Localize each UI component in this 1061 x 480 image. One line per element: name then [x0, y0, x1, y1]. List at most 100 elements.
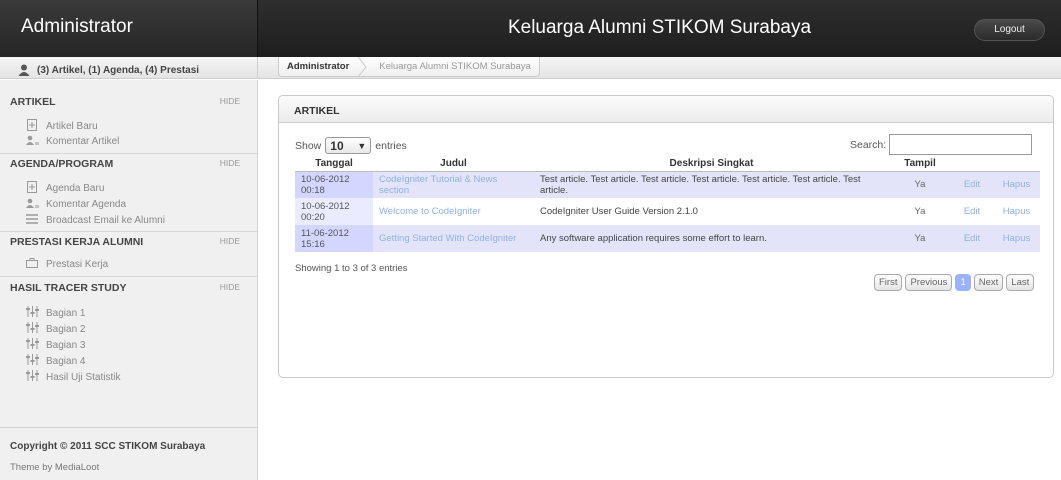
column-header-tampil[interactable]: Tampil: [889, 156, 951, 172]
sidebar-item-komentar-agenda[interactable]: Komentar Agenda: [25, 198, 126, 211]
breadcrumb-administrator[interactable]: Administrator: [279, 57, 357, 77]
new-document-icon: [25, 119, 39, 134]
pagination: First Previous 1 Next Last: [874, 274, 1035, 291]
hide-toggle[interactable]: HIDE: [220, 236, 240, 248]
column-header-deskripsi[interactable]: Deskripsi Singkat: [534, 156, 889, 172]
column-header-hapus: [993, 156, 1040, 172]
sliders-icon: [25, 306, 39, 320]
sidebar-section-artikel: ARTIKEL HIDE: [10, 96, 240, 108]
column-header-tanggal[interactable]: Tanggal: [295, 156, 373, 172]
section-title: HASIL TRACER STUDY: [10, 282, 127, 294]
sliders-icon: [25, 354, 39, 368]
sidebar-item-artikel-baru[interactable]: Artikel Baru: [25, 119, 98, 134]
users-icon: [25, 135, 39, 148]
sidebar-item-bagian-3[interactable]: Bagian 3: [25, 338, 85, 352]
column-header-judul[interactable]: Judul: [373, 156, 534, 172]
section-title: ARTIKEL: [10, 96, 56, 108]
search-control: Search:: [850, 134, 1033, 155]
site-title: Keluarga Alumni STIKOM Surabaya: [507, 17, 812, 38]
sidebar-footer-divider: [0, 427, 257, 428]
sidebar: ARTIKEL HIDE Artikel Baru Komentar Artik…: [0, 80, 258, 480]
sidebar-item-bagian-1[interactable]: Bagian 1: [25, 306, 85, 320]
sliders-icon: [25, 338, 39, 352]
users-icon: [25, 198, 39, 211]
hapus-link[interactable]: Hapus: [993, 225, 1040, 252]
cell-date: 10-06-2012 00:18: [295, 171, 373, 198]
entries-label: entries: [375, 139, 407, 152]
breadcrumb-current: Keluarga Alumni STIKOM Surabaya: [379, 60, 531, 72]
edit-link[interactable]: Edit: [951, 198, 993, 225]
section-title: PRESTASI KERJA ALUMNI: [10, 236, 144, 248]
table-row: 11-06-2012 15:16 Getting Started With Co…: [295, 225, 1040, 252]
artikel-panel: ARTIKEL Show 10 ▼ entries Search: Tangga…: [278, 95, 1054, 378]
breadcrumb: Administrator Keluarga Alumni STIKOM Sur…: [278, 56, 540, 77]
sidebar-divider: [0, 153, 257, 154]
sidebar-section-agenda: AGENDA/PROGRAM HIDE: [10, 158, 240, 170]
article-title-link[interactable]: Getting Started With CodeIgniter: [373, 225, 534, 252]
article-title-link[interactable]: Welcome to CodeIgniter: [373, 198, 534, 225]
new-document-icon: [25, 181, 39, 196]
list-icon: [25, 214, 39, 227]
table-row: 10-06-2012 00:20 Welcome to CodeIgniter …: [295, 198, 1040, 225]
theme-credit: Theme by MediaLoot: [10, 462, 100, 473]
sidebar-item-agenda-baru[interactable]: Agenda Baru: [25, 181, 104, 196]
cell-description: CodeIgniter User Guide Version 2.1.0: [534, 198, 889, 225]
sliders-icon: [25, 322, 39, 336]
pager-last-button[interactable]: Last: [1006, 274, 1035, 291]
pager-page-button[interactable]: 1: [955, 274, 971, 291]
sidebar-section-prestasi: PRESTASI KERJA ALUMNI HIDE: [10, 236, 240, 248]
sidebar-item-prestasi-kerja[interactable]: Prestasi Kerja: [25, 258, 108, 271]
entries-length-control: Show 10 ▼ entries: [295, 137, 407, 154]
secondary-bar: (3) Artikel, (1) Agenda, (4) Prestasi Ad…: [0, 56, 1061, 79]
pager-first-button[interactable]: First: [874, 274, 903, 291]
hapus-link[interactable]: Hapus: [993, 171, 1040, 198]
search-input[interactable]: [889, 134, 1033, 155]
hide-toggle[interactable]: HIDE: [220, 96, 240, 108]
table-header-row: Tanggal Judul Deskripsi Singkat Tampil: [295, 156, 1040, 172]
section-title: AGENDA/PROGRAM: [10, 158, 114, 170]
table-info: Showing 1 to 3 of 3 entries: [295, 263, 408, 274]
pager-next-button[interactable]: Next: [973, 274, 1004, 291]
column-header-edit: [951, 156, 993, 172]
copyright-text: Copyright © 2011 SCC STIKOM Surabaya: [10, 441, 206, 452]
entries-select[interactable]: 10 ▼: [325, 137, 372, 154]
sidebar-item-bagian-4[interactable]: Bagian 4: [25, 354, 85, 368]
pager-previous-button[interactable]: Previous: [905, 274, 953, 291]
cell-date: 11-06-2012 15:16: [295, 225, 373, 252]
table-row: 10-06-2012 00:18 CodeIgniter Tutorial & …: [295, 171, 1040, 198]
hide-toggle[interactable]: HIDE: [220, 282, 240, 294]
sidebar-item-komentar-artikel[interactable]: Komentar Artikel: [25, 135, 119, 148]
admin-brand: Administrator: [0, 0, 258, 57]
entries-value: 10: [330, 138, 344, 153]
cell-description: Test article. Test article. Test article…: [534, 171, 889, 198]
dropdown-arrow-icon: ▼: [357, 140, 367, 151]
sliders-icon: [25, 370, 39, 384]
hapus-link[interactable]: Hapus: [993, 198, 1040, 225]
cell-date: 10-06-2012 00:20: [295, 198, 373, 225]
artikel-table: Tanggal Judul Deskripsi Singkat Tampil 1…: [295, 156, 1040, 252]
sidebar-item-broadcast-email[interactable]: Broadcast Email ke Alumni: [25, 214, 165, 227]
show-label: Show: [295, 139, 322, 152]
edit-link[interactable]: Edit: [951, 225, 993, 252]
panel-title: ARTIKEL: [279, 96, 1053, 123]
edit-link[interactable]: Edit: [951, 171, 993, 198]
user-summary-text: (3) Artikel, (1) Agenda, (4) Prestasi: [37, 64, 200, 76]
cell-tampil: Ya: [889, 171, 951, 198]
cell-tampil: Ya: [889, 198, 951, 225]
sidebar-divider: [0, 231, 257, 232]
sidebar-divider: [0, 276, 257, 277]
user-summary: (3) Artikel, (1) Agenda, (4) Prestasi: [0, 57, 258, 79]
logout-button[interactable]: Logout: [974, 19, 1045, 41]
sidebar-item-bagian-2[interactable]: Bagian 2: [25, 322, 85, 336]
sidebar-item-hasil-uji-statistik[interactable]: Hasil Uji Statistik: [25, 370, 120, 384]
user-icon: [18, 64, 30, 76]
cell-description: Any software application requires some e…: [534, 225, 889, 252]
article-title-link[interactable]: CodeIgniter Tutorial & News section: [373, 171, 534, 198]
top-header: Administrator Keluarga Alumni STIKOM Sur…: [0, 0, 1061, 57]
breadcrumb-separator-icon: [357, 56, 367, 77]
hide-toggle[interactable]: HIDE: [220, 158, 240, 170]
sidebar-section-tracer-study: HASIL TRACER STUDY HIDE: [10, 282, 240, 294]
cell-tampil: Ya: [889, 225, 951, 252]
search-label: Search:: [850, 138, 887, 151]
briefcase-icon: [25, 258, 39, 271]
